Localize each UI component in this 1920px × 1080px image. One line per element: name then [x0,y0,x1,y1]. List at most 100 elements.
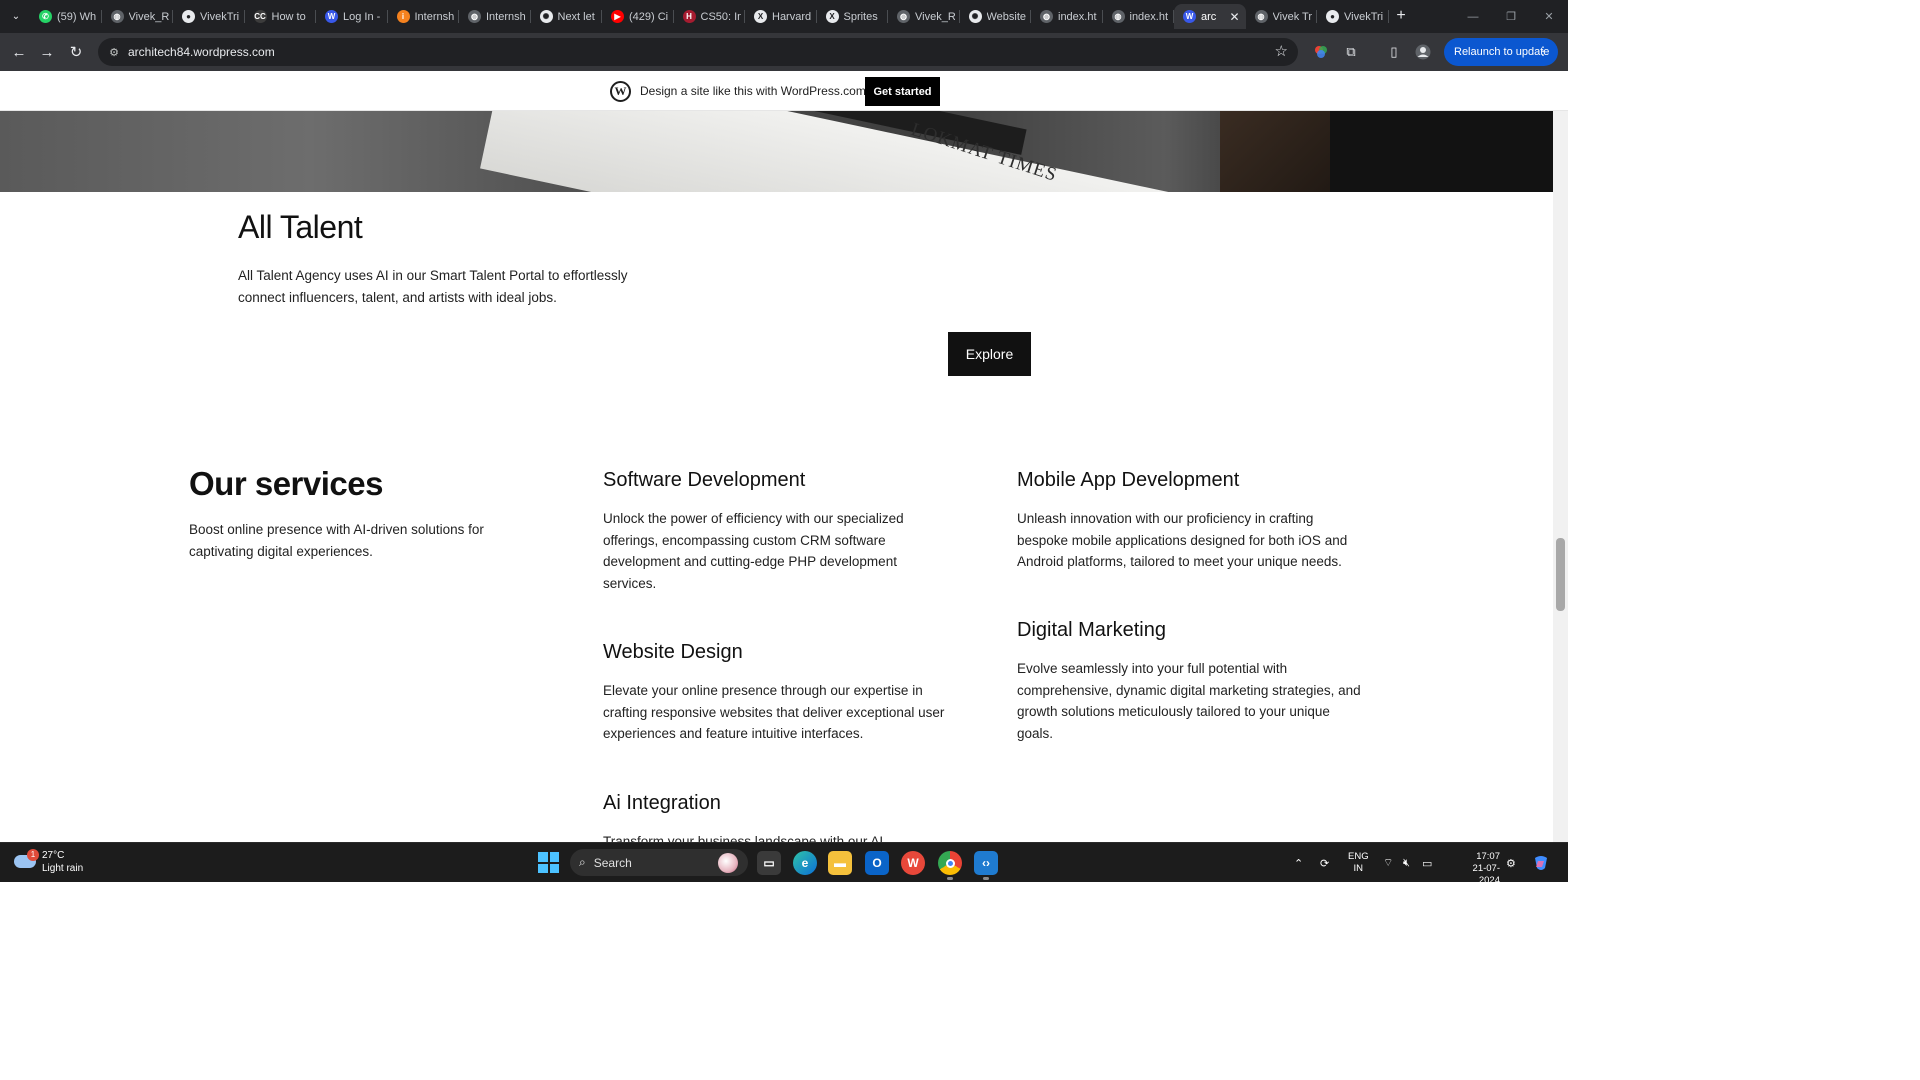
tab-search-icon[interactable]: ⌄ [6,6,26,26]
tab-title: VivekTri [1344,10,1384,23]
services-heading: Our services [189,465,383,502]
service-title: Digital Marketing [1017,619,1166,641]
service-title: Software Development [603,469,806,491]
services-description: Boost online presence with AI-driven sol… [189,522,484,559]
file-explorer-icon[interactable]: ▬ [828,851,852,875]
browser-tab[interactable]: ● VivekTri [173,4,245,29]
window-controls: — ❐ ✕ [1454,0,1568,33]
tab-title: index.ht [1058,10,1097,23]
wifi-icon[interactable]: ⌔ [1383,843,1393,883]
restore-icon[interactable]: ❐ [1492,0,1530,33]
service-text: Evolve seamlessly into your full potenti… [1017,661,1361,741]
tab-title: Sprites [843,10,878,23]
browser-tab[interactable]: H CS50: In [674,4,746,29]
tab-title: How to [271,10,306,23]
globe-icon: ◍ [110,10,124,23]
wordpress-banner: W Design a site like this with WordPress… [0,71,1568,111]
tab-title: Internsh [486,10,526,23]
lang-code: ENG [1348,851,1369,862]
tab-title: Vivek Tr [1272,10,1313,23]
weather-temp: 27°C [42,850,65,861]
browser-tab[interactable]: Warc ✕ [1174,4,1246,29]
vscode-icon[interactable]: ‹› [974,851,998,880]
github-icon: ● [182,10,195,23]
battery-icon[interactable]: ▭ [1422,843,1432,883]
browser-tab[interactable]: ✺ Next let [531,4,603,29]
service-title: Website Design [603,641,743,663]
harvard-icon: H [682,10,696,23]
windows-taskbar: 1 27°C Light rain ⌕ Search ▭ e ▬ O W ‹› … [0,842,1568,886]
get-started-button[interactable]: Get started [865,77,940,106]
wordpress-icon: W [1183,10,1196,23]
browser-tab[interactable]: ◍ index.ht [1031,4,1103,29]
chatgpt-icon: ✺ [539,10,553,23]
taskbar-search[interactable]: ⌕ Search [570,849,748,876]
service-ai-integration: Ai Integration Transform your business l… [603,792,953,842]
address-bar[interactable]: ⚙ architech84.wordpress.com ☆ [98,38,1298,66]
extensions-icon[interactable]: ⧉ [1341,42,1361,62]
browser-tab[interactable]: ◍ Vivek_R [888,4,960,29]
browser-tab[interactable]: W Log In - [316,4,388,29]
url-text[interactable]: architech84.wordpress.com [128,45,275,59]
language-indicator[interactable]: ENG IN [1348,851,1369,875]
side-panel-icon[interactable]: ▯ [1384,42,1404,62]
chrome-icon[interactable] [938,851,962,880]
page-scrollbar[interactable] [1553,111,1568,842]
site-info-icon[interactable]: ⚙ [106,44,122,60]
volume-muted-icon[interactable]: 🔇︎ [1403,843,1410,883]
wordpress-banner-text: Design a site like this with WordPress.c… [640,84,866,98]
new-tab-icon[interactable]: + [1392,6,1410,26]
service-website-design: Website Design Elevate your online prese… [603,641,953,745]
relaunch-button[interactable]: Relaunch to update ⋮ [1444,38,1558,66]
wordpress-logo-icon: W [610,81,631,102]
scrollbar-thumb[interactable] [1556,538,1565,611]
x-icon: X [825,10,839,23]
sync-icon[interactable]: ⟳ [1320,843,1329,883]
browser-tab[interactable]: X Harvard [745,4,817,29]
edge-icon[interactable]: e [793,851,817,875]
notifications-icon[interactable]: ⚙ [1506,843,1516,883]
browser-tab[interactable]: ✺ Website [960,4,1032,29]
browser-tab[interactable]: ✆ (59) Wh [30,4,102,29]
hero-photo-dark [1330,111,1553,192]
minimize-icon[interactable]: — [1454,0,1492,33]
browser-tab[interactable]: ◍ index.ht [1103,4,1175,29]
browser-tab[interactable]: i Internsh [388,4,460,29]
back-icon[interactable]: ← [8,41,30,63]
weather-widget[interactable]: 1 27°C Light rain [14,849,83,875]
forward-icon[interactable]: → [36,41,58,63]
wps-office-icon[interactable]: W [901,851,925,875]
task-view-icon[interactable]: ▭ [757,851,781,875]
chatgpt-icon: ✺ [968,10,982,23]
profile-avatar-icon[interactable] [1413,42,1433,62]
browser-tab[interactable]: X Sprites [817,4,889,29]
menu-dots-icon[interactable]: ⋮ [1537,44,1549,58]
talent-heading: All Talent [238,209,363,245]
tab-close-icon[interactable]: ✕ [1229,10,1239,24]
explore-button[interactable]: Explore [948,332,1031,376]
close-window-icon[interactable]: ✕ [1530,0,1568,33]
browser-tab[interactable]: ▶ (429) Ci [602,4,674,29]
clock[interactable]: 17:07 21-07-2024 [1472,851,1500,887]
color-extension-icon[interactable] [1311,42,1331,62]
windows-start-icon[interactable] [538,852,559,873]
browser-tab[interactable]: ◍ Internsh [459,4,531,29]
relaunch-label: Relaunch to update [1454,46,1550,58]
browser-tab[interactable]: ● VivekTri [1317,4,1389,29]
rain-cloud-icon: 1 [14,849,39,871]
clock-date: 21-07-2024 [1472,863,1500,886]
browser-tab[interactable]: CC How to [245,4,317,29]
service-text: Transform your business landscape with o… [603,834,884,842]
browser-tab[interactable]: ◍ Vivek Tr [1246,4,1318,29]
tab-title: index.ht [1129,10,1169,23]
youtube-icon: ▶ [611,10,624,23]
x-icon: X [754,10,767,23]
bookmark-star-icon[interactable]: ☆ [1275,42,1288,60]
copilot-icon[interactable] [1532,843,1550,883]
browser-tab[interactable]: ◍ Vivek_R [102,4,174,29]
service-text: Unleash innovation with our proficiency … [1017,511,1348,569]
tray-overflow-icon[interactable]: ⌃ [1294,843,1303,883]
lang-region: IN [1353,863,1364,874]
outlook-icon[interactable]: O [865,851,889,875]
reload-icon[interactable]: ↻ [65,41,87,63]
